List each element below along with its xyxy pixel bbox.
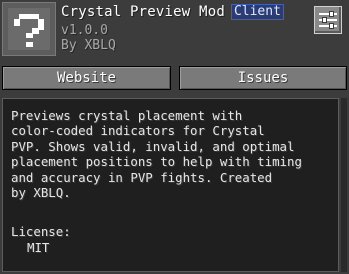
sliders-icon [319, 11, 337, 29]
mod-icon [2, 2, 56, 56]
client-badge: Client [230, 4, 284, 20]
description-scrollbar[interactable] [341, 98, 347, 272]
mod-title: Crystal Preview Mod [61, 4, 225, 20]
description-box[interactable]: Previews crystal placement with color-co… [2, 98, 339, 272]
license-label: License: [11, 224, 71, 239]
mod-version: v1.0.0 [61, 23, 108, 38]
title-row: Crystal Preview Mod Client [61, 3, 284, 21]
mod-icon-frame [8, 8, 50, 50]
mod-author: By XBLQ [61, 38, 116, 53]
config-button[interactable] [314, 6, 342, 34]
issues-button[interactable]: Issues [179, 66, 347, 90]
license-value: MIT [27, 240, 50, 255]
website-button[interactable]: Website [2, 66, 171, 90]
mod-description: Previews crystal placement with color-co… [11, 108, 302, 201]
question-mark-icon [8, 8, 50, 50]
mod-details-panel: Crystal Preview Mod Client v1.0.0 By XBL… [0, 0, 349, 274]
